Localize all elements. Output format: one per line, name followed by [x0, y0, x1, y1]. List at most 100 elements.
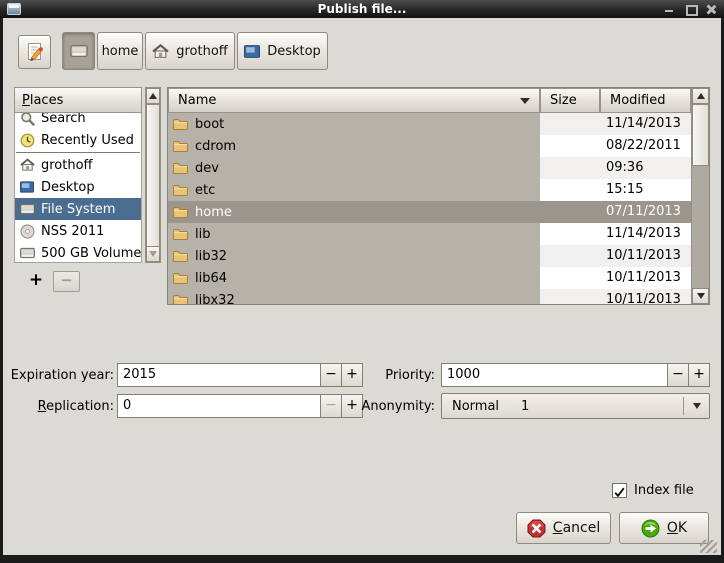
file-row-etc[interactable]: etc 15:15	[168, 179, 691, 201]
recent-icon	[19, 133, 35, 148]
minimize-icon[interactable]	[664, 4, 674, 14]
file-row-lib32[interactable]: lib32 10/11/2013	[168, 245, 691, 267]
column-header-label: Modified	[610, 93, 666, 108]
home-icon	[19, 158, 35, 172]
file-row-home[interactable]: home 07/11/2013	[168, 201, 691, 223]
path-button-desktop[interactable]: Desktop	[237, 32, 328, 70]
titlebar: Publish file...	[0, 0, 724, 18]
places-scrollbar-thumb[interactable]	[146, 104, 160, 247]
path-button-grothoff[interactable]: grothoff	[145, 32, 235, 70]
place-item-desktop[interactable]: Desktop	[15, 176, 141, 198]
folder-icon	[173, 273, 188, 284]
place-item-label: File System	[41, 201, 116, 217]
decrement-icon[interactable]: −	[321, 363, 342, 387]
places-list: Search Recently Used grothoff Desktop Fi…	[14, 113, 142, 263]
desktop-icon	[244, 44, 261, 58]
folder-icon	[173, 119, 188, 130]
priority-spinner: 1000 − +	[441, 363, 710, 387]
places-separator	[16, 152, 140, 153]
folder-icon	[173, 251, 188, 262]
place-item-file-system[interactable]: File System	[15, 198, 141, 220]
disc-icon	[19, 224, 35, 239]
place-item-label: Recently Used	[41, 132, 134, 148]
index-file-label: Index file	[634, 483, 694, 498]
drive-icon	[19, 203, 35, 215]
priority-label: Priority:	[385, 368, 435, 383]
place-item-500gb-volume[interactable]: 500 GB Volume	[15, 242, 141, 262]
search-icon	[19, 113, 35, 126]
place-item-search[interactable]: Search	[15, 113, 141, 129]
file-row-cdrom[interactable]: cdrom 08/22/2011	[168, 135, 691, 157]
replication-spinner: 0 − +	[117, 394, 363, 418]
resize-grip[interactable]	[700, 540, 717, 553]
expiration-year-input[interactable]: 2015	[117, 363, 321, 387]
ok-icon	[641, 519, 660, 537]
replication-input[interactable]: 0	[117, 394, 321, 418]
decrement-icon[interactable]: −	[668, 363, 689, 387]
file-row-libx32[interactable]: libx32 10/11/2013	[168, 289, 691, 304]
path-button-label: grothoff	[176, 43, 228, 59]
file-rows: boot 11/14/2013 cdrom 08/22/2011 dev 09:…	[168, 113, 691, 304]
drive-icon	[19, 247, 35, 259]
anonymity-label: Anonymity:	[361, 399, 435, 414]
chevron-down-icon	[692, 403, 701, 409]
folder-icon	[173, 295, 188, 304]
cancel-icon	[527, 519, 546, 537]
place-item-grothoff[interactable]: grothoff	[15, 154, 141, 176]
priority-input[interactable]: 1000	[441, 363, 668, 387]
place-item-nss-2011[interactable]: NSS 2011	[15, 220, 141, 242]
checkmark-icon	[614, 487, 625, 498]
scroll-up-icon[interactable]	[146, 88, 160, 104]
column-header-name[interactable]: Name	[168, 88, 540, 113]
file-row-lib[interactable]: lib 11/14/2013	[168, 223, 691, 245]
ok-button-label: OK	[666, 520, 688, 536]
window-controls	[664, 0, 716, 18]
cancel-button[interactable]: Cancel	[516, 512, 611, 544]
decrement-icon: −	[321, 394, 342, 418]
replication-label: Replication:	[37, 399, 114, 414]
maximize-icon[interactable]	[685, 4, 698, 16]
type-filename-button[interactable]	[18, 35, 51, 69]
increment-icon[interactable]: +	[689, 363, 710, 387]
scroll-up-icon[interactable]	[692, 88, 709, 104]
file-row-lib64[interactable]: lib64 10/11/2013	[168, 267, 691, 289]
places-scrollbar[interactable]	[145, 87, 161, 263]
file-list-scrollbar-thumb[interactable]	[692, 104, 709, 166]
places-header-label: P	[22, 92, 30, 108]
file-row-dev[interactable]: dev 09:36	[168, 157, 691, 179]
place-item-label: NSS 2011	[41, 223, 105, 239]
publish-file-dialog: Publish file... home grothoff Desktop Pl…	[0, 0, 724, 563]
folder-icon	[173, 229, 188, 240]
add-place-button[interactable]: +	[22, 269, 50, 293]
path-button-label: home	[101, 43, 139, 59]
places-column-header[interactable]: Places	[14, 87, 142, 113]
path-button-home[interactable]: home	[97, 32, 143, 70]
place-item-label: Search	[41, 113, 86, 126]
index-file-checkbox[interactable]	[612, 483, 627, 498]
column-header-label: Size	[550, 93, 577, 108]
anonymity-level: 1	[521, 398, 530, 414]
column-header-label: Name	[178, 93, 217, 108]
drive-icon	[69, 45, 88, 57]
sort-descending-icon	[520, 97, 530, 104]
column-header-size[interactable]: Size	[540, 88, 600, 113]
ok-button[interactable]: OK	[619, 512, 709, 544]
window-title: Publish file...	[317, 2, 407, 16]
scroll-down-icon[interactable]	[146, 246, 160, 262]
place-item-recently-used[interactable]: Recently Used	[15, 129, 141, 151]
close-icon[interactable]	[706, 4, 716, 14]
path-button-filesystem[interactable]	[62, 32, 95, 70]
remove-place-button[interactable]: −	[53, 271, 80, 292]
folder-icon	[173, 141, 188, 152]
path-button-label: Desktop	[267, 43, 321, 59]
desktop-icon	[19, 181, 35, 193]
anonymity-dropdown[interactable]: Normal 1	[441, 393, 710, 419]
column-header-modified[interactable]: Modified	[600, 88, 691, 113]
expiration-year-spinner: 2015 − +	[117, 363, 363, 387]
edit-icon	[27, 43, 43, 62]
folder-icon	[173, 207, 188, 218]
scroll-down-icon[interactable]	[692, 288, 709, 304]
file-row-boot[interactable]: boot 11/14/2013	[168, 113, 691, 135]
expiration-year-label: Expiration year:	[10, 368, 114, 383]
file-list-scrollbar[interactable]	[691, 88, 709, 304]
